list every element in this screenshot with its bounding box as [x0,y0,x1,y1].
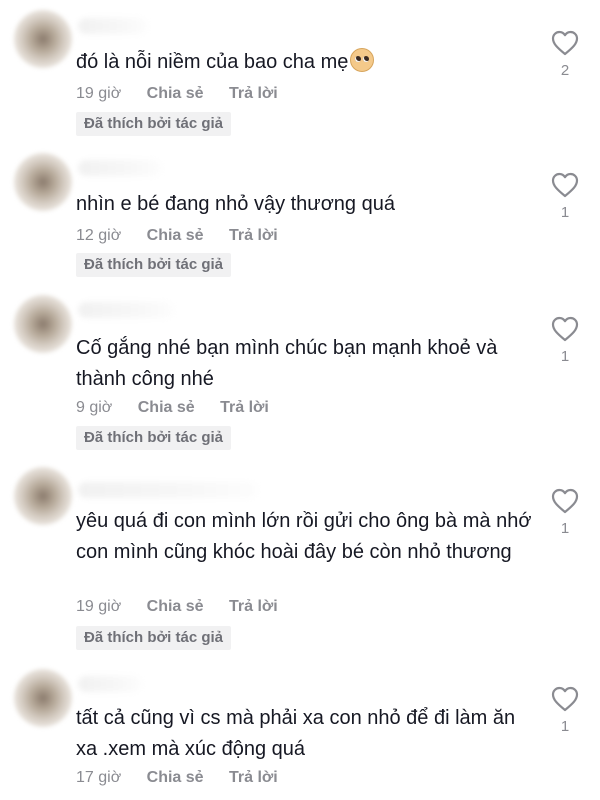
share-button[interactable]: Chia sẻ [147,227,204,245]
like-button[interactable]: 1 [548,488,582,537]
comment-meta: 19 giờ Chia sẻ Trả lời [76,85,299,107]
comment-text: đó là nỗi niềm của bao cha mẹ [76,47,536,78]
comment-time: 12 giờ [76,227,122,244]
heart-outline-icon[interactable] [551,686,579,712]
comment-meta: 12 giờ Chia sẻ Trả lời [76,227,299,249]
username-blurred[interactable] [78,302,174,318]
comment-time: 9 giờ [76,399,113,416]
avatar[interactable] [14,295,72,353]
heart-outline-icon[interactable] [551,316,579,342]
like-count: 1 [560,348,570,365]
comment-text: Cố gắng nhé bạn mình chúc bạn mạnh khoẻ … [76,337,498,390]
reply-button[interactable]: Trả lời [220,399,269,417]
pleading-face-emoji-icon [350,48,375,72]
reply-button[interactable]: Trả lời [229,227,278,245]
heart-outline-icon[interactable] [551,172,579,198]
like-button[interactable]: 2 [548,30,582,79]
like-button[interactable]: 1 [548,686,582,735]
like-button[interactable]: 1 [548,172,582,221]
like-count: 1 [560,718,570,735]
username-blurred[interactable] [78,676,142,692]
comment-time: 17 giờ [76,769,122,786]
like-button[interactable]: 1 [548,316,582,365]
comment-item: yêu quá đi con mình lớn rồi gửi cho ông … [0,462,600,662]
avatar[interactable] [14,10,72,68]
comment-item: nhìn e bé đang nhỏ vậy thương quá 12 giờ… [0,148,600,288]
like-count: 1 [560,520,570,537]
comment-time: 19 giờ [76,85,122,102]
comment-text: tất cả cũng vì cs mà phải xa con nhỏ để … [76,707,516,760]
comment-item: Cố gắng nhé bạn mình chúc bạn mạnh khoẻ … [0,290,600,460]
reply-button[interactable]: Trả lời [229,85,278,103]
username-blurred[interactable] [78,482,258,498]
like-count: 1 [560,204,570,221]
avatar[interactable] [14,669,72,727]
share-button[interactable]: Chia sẻ [147,85,204,103]
heart-outline-icon[interactable] [551,488,579,514]
comment-meta: 17 giờ Chia sẻ Trả lời [76,769,299,791]
liked-by-author-badge: Đã thích bởi tác giả [76,426,232,450]
liked-by-author-badge: Đã thích bởi tác giả [76,112,232,136]
like-count: 2 [560,62,570,79]
share-button[interactable]: Chia sẻ [147,598,204,616]
username-blurred[interactable] [78,18,148,34]
liked-by-author-badge: Đã thích bởi tác giả [76,253,232,277]
share-button[interactable]: Chia sẻ [147,769,204,787]
heart-outline-icon[interactable] [551,30,579,56]
comment-item: đó là nỗi niềm của bao cha mẹ 19 giờ Chi… [0,0,600,145]
share-button[interactable]: Chia sẻ [138,399,195,417]
comment-text: yêu quá đi con mình lớn rồi gửi cho ông … [76,510,532,563]
comment-meta: 19 giờ Chia sẻ Trả lời [76,598,299,620]
comment-text: nhìn e bé đang nhỏ vậy thương quá [76,193,395,215]
liked-by-author-badge: Đã thích bởi tác giả [76,626,232,650]
comment-time: 19 giờ [76,598,122,615]
reply-button[interactable]: Trả lời [229,769,278,787]
avatar[interactable] [14,467,72,525]
avatar[interactable] [14,153,72,211]
comment-item: tất cả cũng vì cs mà phải xa con nhỏ để … [0,664,600,800]
username-blurred[interactable] [78,160,162,176]
reply-button[interactable]: Trả lời [229,598,278,616]
comment-meta: 9 giờ Chia sẻ Trả lời [76,399,290,421]
